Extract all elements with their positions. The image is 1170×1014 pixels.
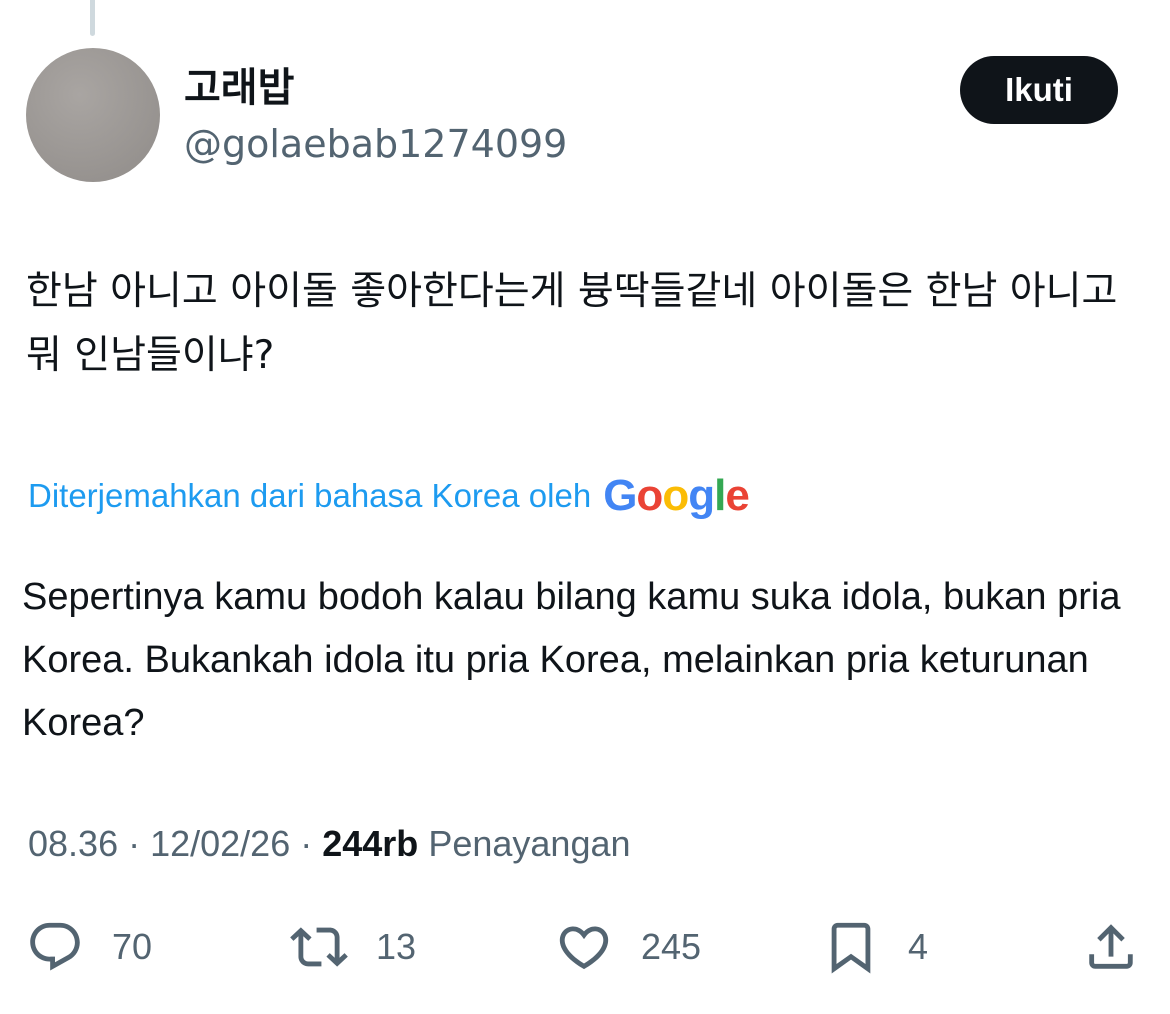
reply-count: 70 — [112, 926, 153, 967]
bookmark-button[interactable]: 4 — [822, 912, 928, 982]
thread-connector-line — [90, 0, 95, 36]
meta-separator: · — [128, 823, 141, 864]
heart-icon — [559, 926, 609, 970]
reply-button[interactable]: 70 — [26, 912, 152, 982]
tweet-translated-text: Sepertinya kamu bodoh kalau bilang kamu … — [22, 576, 1121, 744]
tweet-meta: 08.36 · 12/02/26 · 244rb Penayangan — [28, 816, 631, 872]
action-bar: 70 13 245 4 — [0, 912, 1170, 982]
translation-label: Diterjemahkan dari bahasa Korea oleh — [28, 477, 592, 514]
author-handle[interactable]: @golaebab1274099 — [184, 118, 567, 170]
share-icon — [1089, 924, 1133, 969]
views-label: Penayangan — [428, 823, 631, 864]
author-display-name[interactable]: 고래밥 — [184, 62, 294, 114]
retweet-count: 13 — [376, 926, 417, 967]
meta-separator: · — [300, 823, 313, 864]
follow-button[interactable]: Ikuti — [960, 56, 1118, 124]
avatar[interactable] — [26, 48, 160, 182]
tweet-time[interactable]: 08.36 — [28, 823, 118, 864]
tweet-original-text: 한남 아니고 아이돌 좋아한다는게 븅딱들같네 아이돌은 한남 아니고 뭐 인남… — [26, 269, 1118, 378]
retweet-icon — [290, 927, 348, 967]
reply-icon — [30, 922, 80, 971]
like-count: 245 — [641, 926, 702, 967]
bookmark-count: 4 — [908, 926, 929, 967]
like-button[interactable]: 245 — [555, 912, 701, 982]
bookmark-icon — [831, 922, 871, 974]
retweet-button[interactable]: 13 — [290, 912, 416, 982]
translation-attribution[interactable]: Diterjemahkan dari bahasa Korea oleh Goo… — [28, 466, 750, 526]
views-count: 244rb — [322, 823, 419, 864]
tweet-date[interactable]: 12/02/26 — [150, 823, 290, 864]
google-logo: Google — [603, 471, 750, 520]
share-button[interactable] — [1082, 912, 1140, 982]
